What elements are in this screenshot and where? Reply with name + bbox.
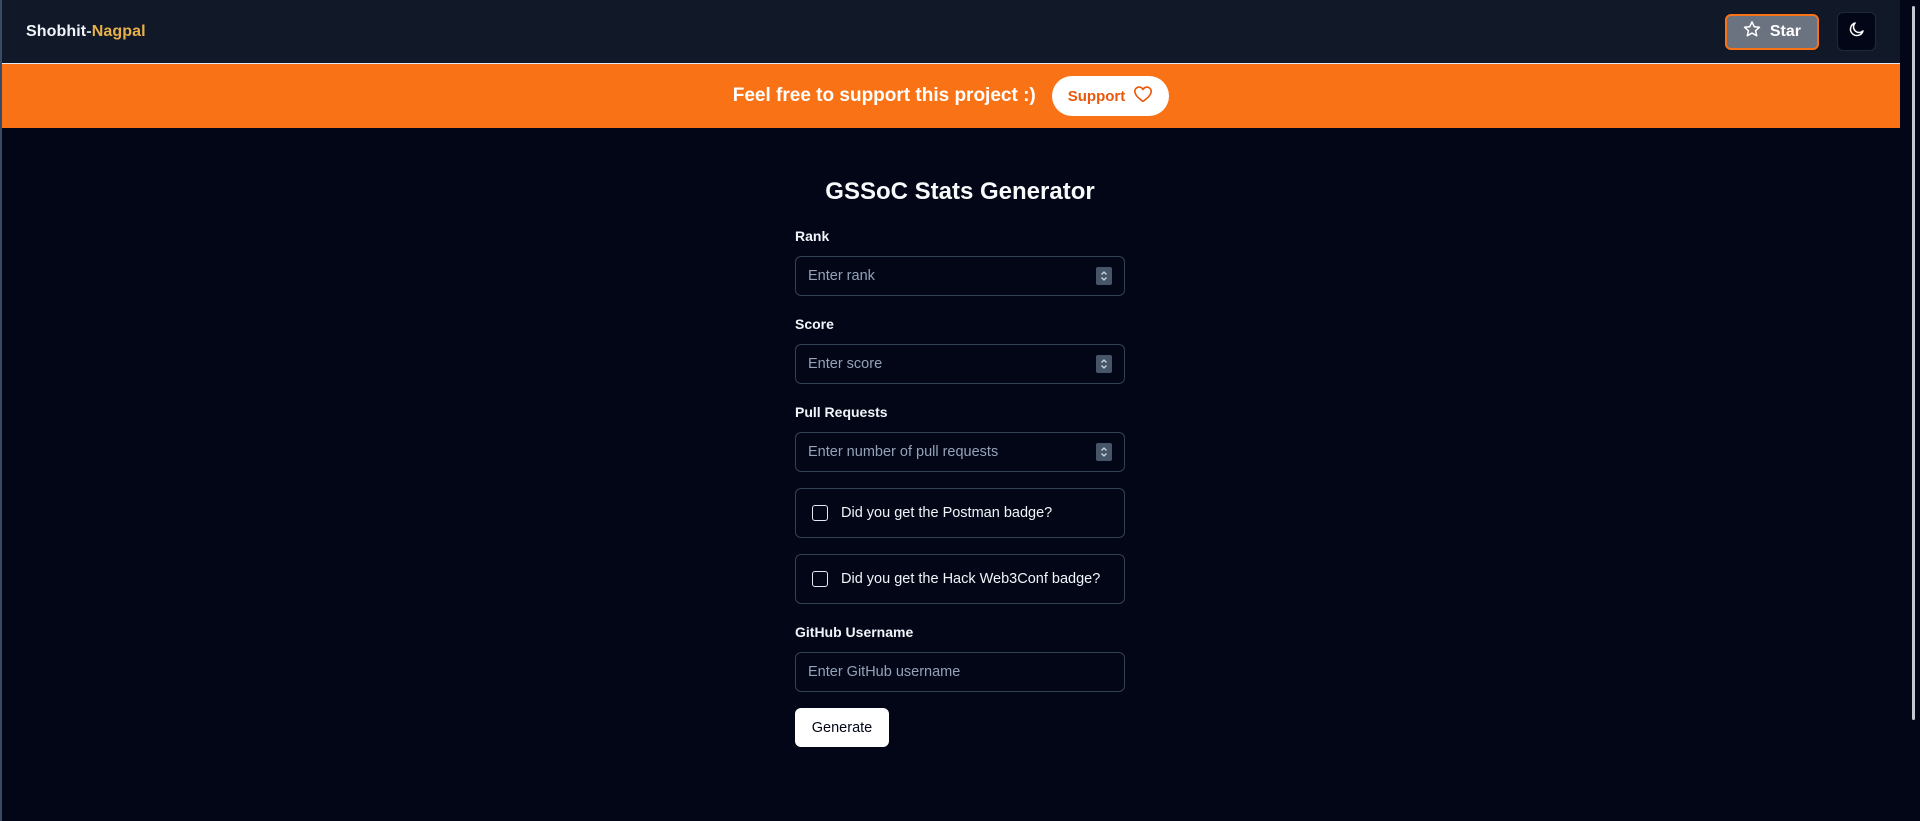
rank-label: Rank [795, 228, 830, 244]
pull-requests-placeholder: Enter number of pull requests [808, 444, 999, 460]
heart-icon [1133, 85, 1153, 107]
banner-text: Feel free to support this project :) [732, 85, 1036, 106]
score-label: Score [795, 316, 834, 332]
github-username-label: GitHub Username [795, 624, 914, 640]
brand-first-name: Shobhit [26, 22, 87, 40]
web3conf-badge-checkbox[interactable] [812, 571, 828, 587]
theme-toggle-button[interactable] [1837, 12, 1876, 51]
star-button[interactable]: Star [1724, 13, 1819, 50]
score-stepper[interactable] [1096, 355, 1112, 373]
support-button-label: Support [1067, 87, 1126, 105]
navbar: Shobhit-Nagpal Star [2, 0, 1900, 64]
score-placeholder: Enter score [808, 356, 883, 372]
github-username-placeholder: Enter GitHub username [808, 664, 961, 680]
star-button-label: Star [1769, 22, 1801, 40]
web3conf-badge-option[interactable]: Did you get the Hack Web3Conf badge? [795, 554, 1125, 604]
rank-input[interactable]: Enter rank [795, 256, 1125, 296]
postman-badge-label: Did you get the Postman badge? [841, 505, 1053, 521]
scrollbar-thumb[interactable] [1912, 6, 1915, 720]
score-input[interactable]: Enter score [795, 344, 1125, 384]
star-icon [1743, 20, 1761, 43]
web3conf-badge-label: Did you get the Hack Web3Conf badge? [841, 571, 1101, 587]
support-button[interactable]: Support [1051, 76, 1170, 116]
moon-icon [1848, 20, 1866, 43]
postman-badge-option[interactable]: Did you get the Postman badge? [795, 488, 1125, 538]
github-username-input[interactable]: Enter GitHub username [795, 652, 1125, 692]
support-banner: Feel free to support this project :) Sup… [2, 64, 1900, 128]
pull-requests-stepper[interactable] [1096, 443, 1112, 461]
postman-badge-checkbox[interactable] [812, 505, 828, 521]
page-scrollbar[interactable] [1900, 0, 1920, 821]
rank-stepper[interactable] [1096, 267, 1112, 285]
navbar-actions: Star [1724, 12, 1876, 51]
generate-button[interactable]: Generate [795, 708, 889, 747]
rank-placeholder: Enter rank [808, 268, 875, 284]
brand-logo[interactable]: Shobhit-Nagpal [26, 23, 146, 41]
brand-last-name: Nagpal [91, 22, 146, 40]
pull-requests-input[interactable]: Enter number of pull requests [795, 432, 1125, 472]
page-title: GSSoC Stats Generator [825, 178, 1095, 205]
pull-requests-label: Pull Requests [795, 404, 888, 420]
